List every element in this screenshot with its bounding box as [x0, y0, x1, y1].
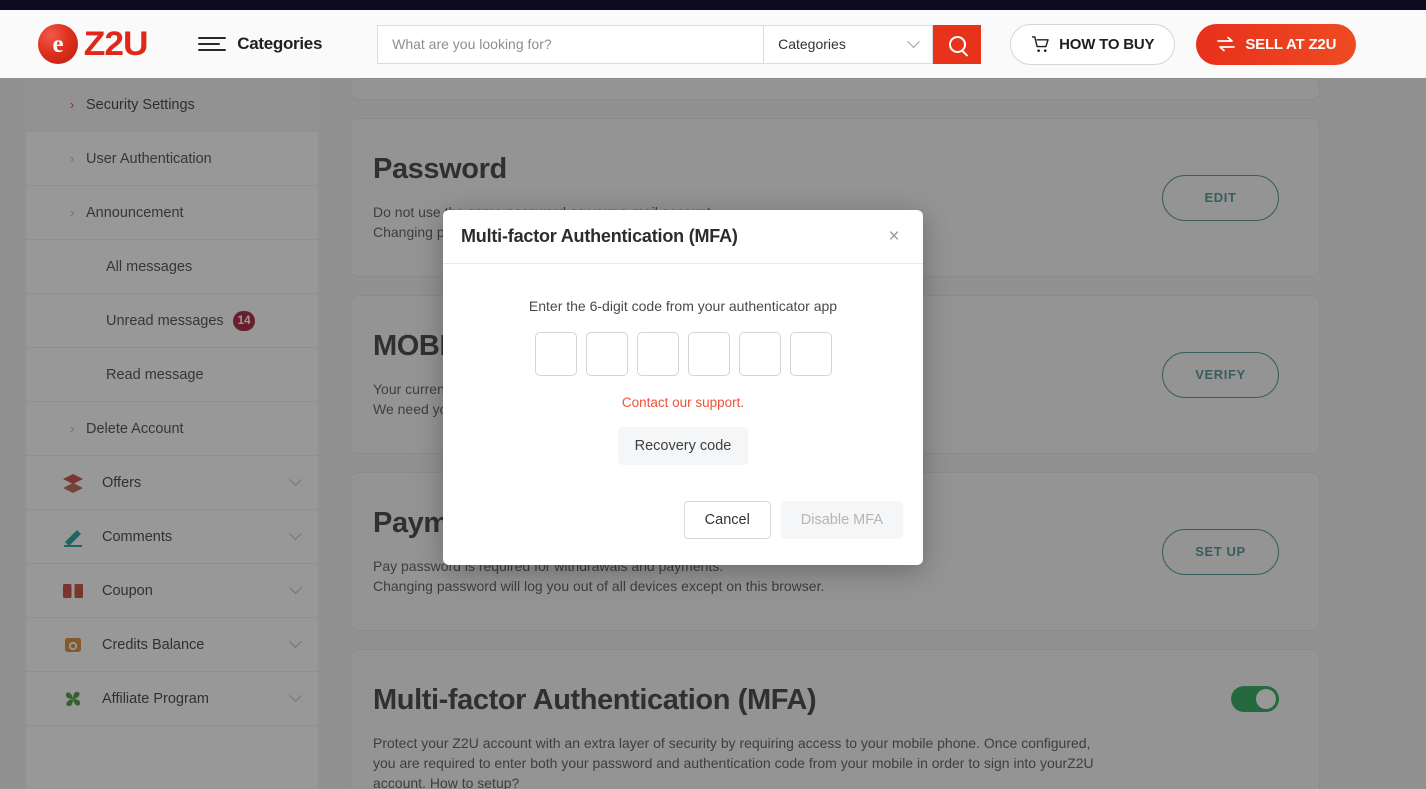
sell-at-z2u-label: SELL AT Z2U — [1245, 36, 1336, 53]
logo[interactable]: e Z2U — [38, 24, 146, 64]
modal-header: Multi-factor Authentication (MFA) × — [443, 210, 923, 264]
modal-body: Enter the 6-digit code from your authent… — [443, 264, 923, 471]
otp-digit-3[interactable] — [637, 332, 679, 376]
categories-menu-label: Categories — [237, 34, 322, 54]
sell-at-z2u-button[interactable]: SELL AT Z2U — [1196, 24, 1356, 65]
cancel-button[interactable]: Cancel — [684, 501, 771, 539]
otp-hint-text: Enter the 6-digit code from your authent… — [463, 298, 903, 314]
search-input[interactable] — [377, 25, 763, 64]
exchange-arrows-icon — [1216, 36, 1236, 52]
recovery-code-button[interactable]: Recovery code — [618, 427, 749, 465]
contact-support-link[interactable]: Contact our support. — [463, 395, 903, 410]
disable-mfa-button[interactable]: Disable MFA — [781, 501, 903, 539]
page-root: e Z2U Categories Categories HOW TO BUY — [0, 0, 1426, 789]
search-submit-button[interactable] — [933, 25, 981, 64]
otp-digit-4[interactable] — [688, 332, 730, 376]
site-header: e Z2U Categories Categories HOW TO BUY — [0, 10, 1426, 78]
cart-icon — [1031, 36, 1050, 53]
search-category-select[interactable]: Categories — [763, 25, 933, 64]
modal-footer: Cancel Disable MFA — [443, 471, 923, 565]
close-icon[interactable]: × — [881, 224, 907, 250]
logo-text: Z2U — [84, 25, 148, 64]
mfa-modal: Multi-factor Authentication (MFA) × Ente… — [443, 210, 923, 565]
search-category-value: Categories — [778, 36, 846, 52]
hamburger-icon — [198, 37, 226, 51]
how-to-buy-button[interactable]: HOW TO BUY — [1010, 24, 1175, 65]
z2u-logo-icon: e — [38, 24, 78, 64]
search-icon — [949, 36, 966, 53]
categories-menu-button[interactable]: Categories — [198, 34, 322, 54]
search-bar: Categories — [377, 25, 981, 64]
chevron-down-icon — [907, 35, 920, 48]
modal-title: Multi-factor Authentication (MFA) — [461, 226, 881, 247]
otp-input-group — [463, 332, 903, 376]
how-to-buy-label: HOW TO BUY — [1059, 36, 1154, 53]
otp-digit-2[interactable] — [586, 332, 628, 376]
otp-digit-1[interactable] — [535, 332, 577, 376]
top-accent-bar — [0, 0, 1426, 10]
otp-digit-5[interactable] — [739, 332, 781, 376]
otp-digit-6[interactable] — [790, 332, 832, 376]
